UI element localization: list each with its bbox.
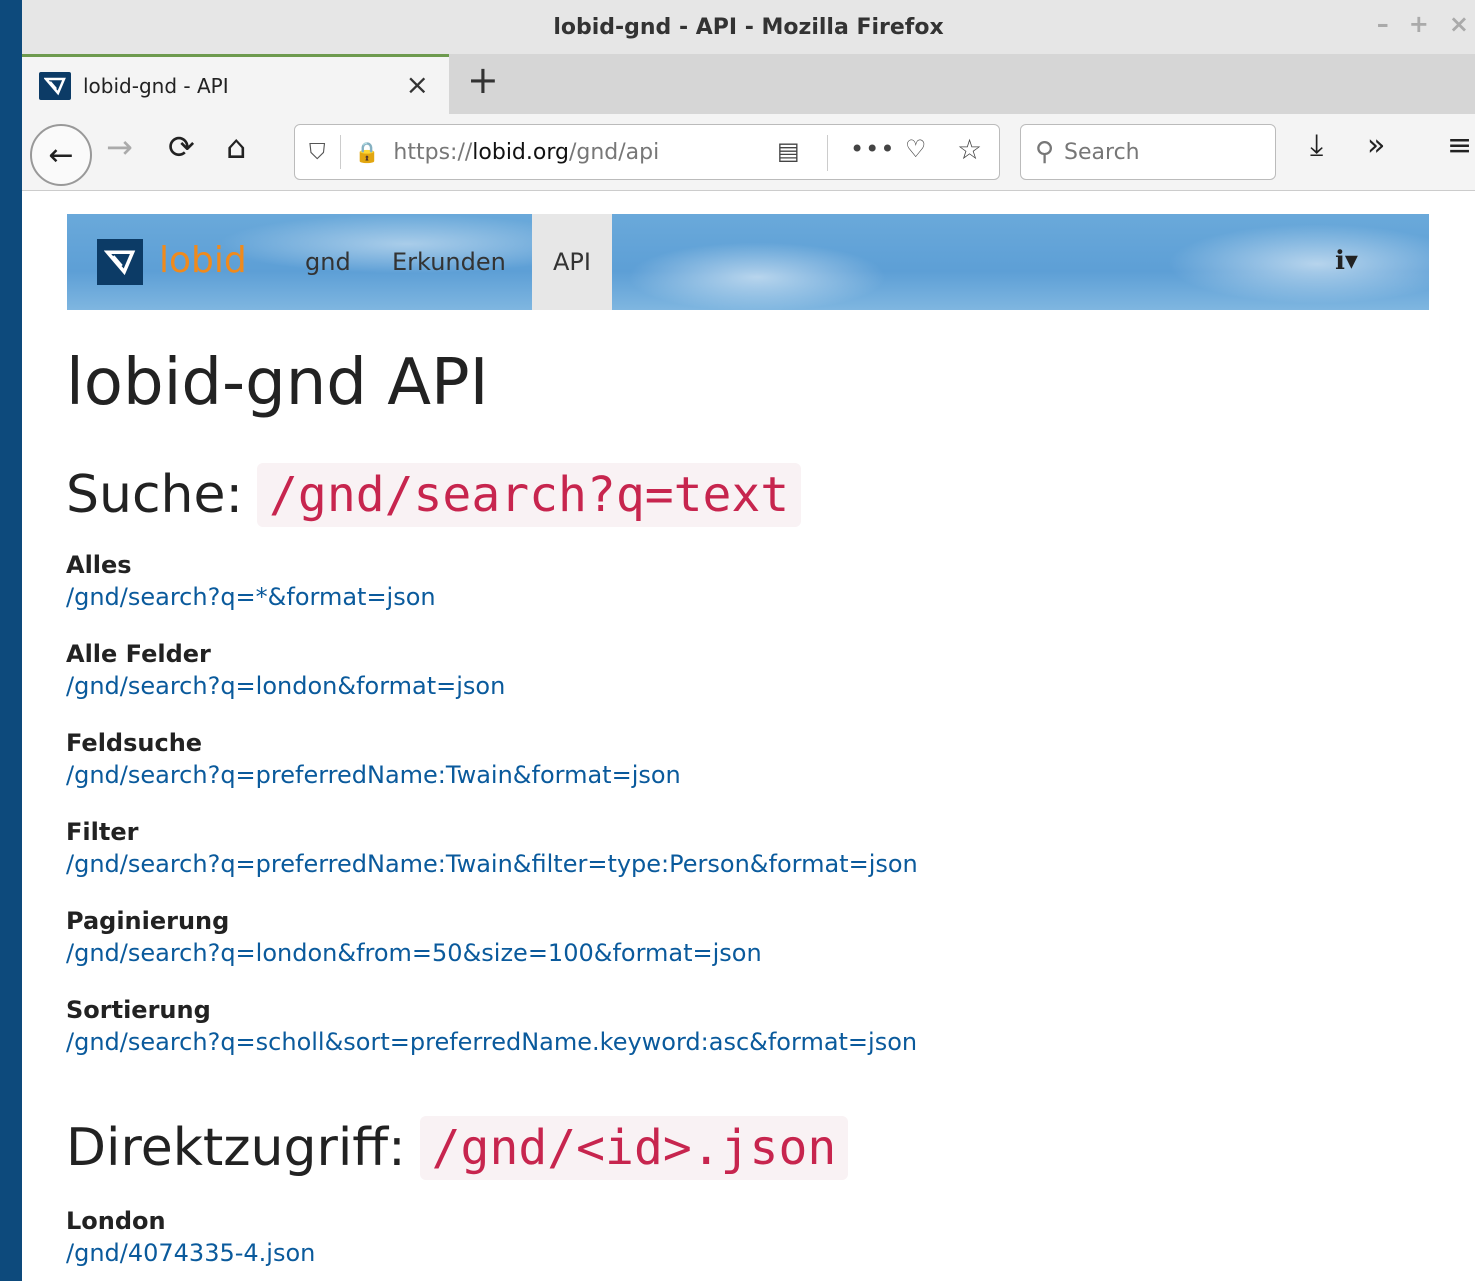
tab-title: lobid-gnd - API: [83, 73, 229, 98]
search-placeholder: Search: [1064, 139, 1140, 165]
example-item: Alles /gnd/search?q=*&format=json: [66, 551, 918, 640]
nav-link-gnd[interactable]: gnd: [305, 248, 351, 276]
new-tab-button[interactable]: +: [467, 58, 499, 102]
direct-examples: London /gnd/4074335-4.json: [66, 1207, 315, 1267]
cloud-decoration: [1167, 224, 1467, 304]
tab-close-icon[interactable]: ×: [406, 68, 429, 101]
url-divider-2: [827, 135, 828, 171]
tab-lobid-gnd-api[interactable]: lobid-gnd - API ×: [22, 54, 449, 114]
window-titlebar: lobid-gnd - API - Mozilla Firefox – + ×: [22, 0, 1475, 54]
reader-view-icon[interactable]: ▤: [777, 137, 800, 165]
example-item: Feldsuche /gnd/search?q=preferredName:Tw…: [66, 729, 918, 818]
example-label: Alle Felder: [66, 640, 211, 668]
example-link[interactable]: /gnd/search?q=london&format=json: [66, 672, 918, 700]
search-box[interactable]: ⚲ Search: [1020, 124, 1276, 180]
example-label: Sortierung: [66, 996, 211, 1024]
example-link[interactable]: /gnd/search?q=london&from=50&size=100&fo…: [66, 939, 918, 967]
tracking-protection-shield-icon[interactable]: ⛉: [309, 140, 326, 165]
site-navbar: lobid gnd Erkunden API ℹ▾: [67, 214, 1467, 312]
close-window-button[interactable]: ×: [1449, 10, 1469, 38]
nav-link-api[interactable]: API: [532, 214, 612, 310]
direct-access-heading: Direktzugriff: /gnd/<id>.json: [66, 1116, 849, 1180]
back-arrow-icon: ←: [48, 137, 74, 173]
nav-link-api-label: API: [553, 248, 591, 276]
example-link[interactable]: /gnd/search?q=preferredName:Twain&filter…: [66, 850, 918, 878]
url-bar[interactable]: ⛉ 🔒 https://lobid.org/gnd/api ▤ ••• ♡ ☆: [294, 124, 1000, 180]
example-item: Filter /gnd/search?q=preferredName:Twain…: [66, 818, 918, 907]
search-heading: Suche: /gnd/search?q=text: [66, 463, 802, 527]
downloads-icon[interactable]: ⤓: [1310, 128, 1323, 163]
example-item: Paginierung /gnd/search?q=london&from=50…: [66, 907, 918, 996]
example-label: Filter: [66, 818, 139, 846]
direct-access-heading-code: /gnd/<id>.json: [419, 1116, 849, 1180]
example-label: Paginierung: [66, 907, 230, 935]
window-title: lobid-gnd - API - Mozilla Firefox: [553, 14, 944, 40]
minimize-button[interactable]: –: [1377, 10, 1389, 38]
lobid-logo-icon[interactable]: [97, 239, 143, 285]
pocket-icon[interactable]: ♡: [905, 135, 927, 163]
search-heading-label: Suche:: [66, 465, 244, 525]
forward-button[interactable]: →: [106, 128, 133, 166]
page-content: lobid gnd Erkunden API ℹ▾ lobid-gnd API …: [22, 191, 1475, 1281]
lobid-favicon-icon: [39, 71, 71, 100]
example-label: London: [66, 1207, 166, 1235]
window-controls: – + ×: [1377, 10, 1469, 38]
direct-access-heading-label: Direktzugriff:: [66, 1118, 406, 1178]
cloud-decoration: [627, 242, 887, 312]
home-button[interactable]: ⌂: [226, 128, 246, 166]
page-title: lobid-gnd API: [66, 346, 489, 420]
search-examples: Alles /gnd/search?q=*&format=json Alle F…: [66, 551, 918, 1085]
info-dropdown-icon[interactable]: ℹ▾: [1335, 246, 1358, 276]
url-text[interactable]: https://lobid.org/gnd/api: [393, 140, 659, 165]
example-label: Feldsuche: [66, 729, 203, 757]
nav-link-erkunden[interactable]: Erkunden: [392, 248, 506, 276]
example-item: Alle Felder /gnd/search?q=london&format=…: [66, 640, 918, 729]
search-icon: ⚲: [1035, 137, 1055, 167]
example-label: Alles: [66, 551, 132, 579]
brand-name[interactable]: lobid: [159, 240, 247, 281]
example-link[interactable]: /gnd/4074335-4.json: [66, 1239, 315, 1267]
example-item: Sortierung /gnd/search?q=scholl&sort=pre…: [66, 996, 918, 1085]
example-item: London /gnd/4074335-4.json: [66, 1207, 315, 1267]
back-button[interactable]: ←: [30, 124, 92, 186]
url-divider: [339, 135, 341, 169]
tab-bar: lobid-gnd - API × +: [22, 54, 1475, 114]
reload-button[interactable]: ⟳: [168, 128, 195, 166]
example-link[interactable]: /gnd/search?q=preferredName:Twain&format…: [66, 761, 918, 789]
example-link[interactable]: /gnd/search?q=scholl&sort=preferredName.…: [66, 1028, 918, 1056]
toolbar-overflow-icon[interactable]: »: [1367, 128, 1385, 163]
browser-window: lobid-gnd - API - Mozilla Firefox – + × …: [22, 0, 1475, 1281]
example-link[interactable]: /gnd/search?q=*&format=json: [66, 583, 918, 611]
bookmark-star-icon[interactable]: ☆: [957, 133, 982, 166]
maximize-button[interactable]: +: [1409, 10, 1429, 38]
search-heading-code: /gnd/search?q=text: [257, 463, 802, 527]
hamburger-menu-icon[interactable]: ≡: [1447, 128, 1472, 163]
lock-icon[interactable]: 🔒: [355, 140, 380, 164]
navigation-toolbar: ← → ⟳ ⌂ ⛉ 🔒 https://lobid.org/gnd/api ▤ …: [22, 114, 1475, 191]
page-actions-more-icon[interactable]: •••: [850, 135, 895, 163]
